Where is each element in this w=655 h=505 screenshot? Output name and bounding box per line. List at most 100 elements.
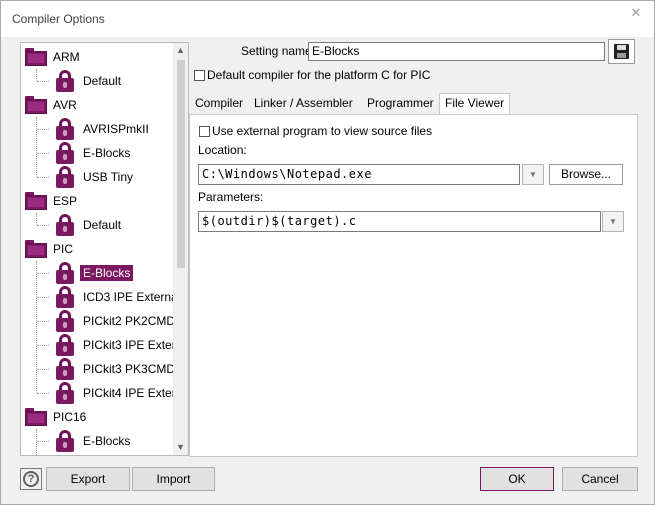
tree-group-arm[interactable]: ARM — [25, 45, 80, 69]
location-dropdown-button[interactable]: ▼ — [522, 164, 544, 185]
tab-linker-assembler[interactable]: Linker / Assembler — [249, 94, 358, 114]
tree-group-label: PIC16 — [53, 410, 87, 424]
lock-icon — [55, 166, 75, 188]
compiler-options-window: Compiler Options ✕ ARM Default AVR AVRIS… — [0, 0, 655, 505]
location-input[interactable]: C:\Windows\Notepad.exe — [198, 164, 520, 185]
tree-item-label: AVRISPmkII — [83, 122, 149, 136]
tree-scrollbar[interactable]: ▲ ▼ — [173, 43, 188, 455]
tree-connector — [37, 129, 49, 130]
folder-icon — [25, 192, 47, 210]
default-compiler-label: Default compiler for the platform C for … — [207, 68, 431, 82]
tree-item-pickit2-pk2cmd[interactable]: PICkit2 PK2CMD — [55, 309, 174, 333]
close-icon[interactable]: ✕ — [628, 5, 644, 21]
setting-name-label: Setting name: — [241, 44, 316, 58]
folder-icon — [25, 408, 47, 426]
tree-connector — [37, 273, 49, 274]
export-button[interactable]: Export — [46, 467, 130, 491]
tree-item-label: Default — [83, 218, 122, 232]
tab-file-viewer[interactable]: File Viewer — [439, 93, 511, 114]
tree-connector — [37, 345, 49, 346]
tree-item-label: USB Tiny — [83, 170, 134, 184]
tree-item-label: PICkit2 PK2CMD — [83, 314, 174, 328]
lock-icon — [55, 142, 75, 164]
tree-connector — [37, 81, 49, 82]
tree-item-pickit4-ipe[interactable]: PICkit4 IPE External — [55, 381, 174, 405]
scroll-down-icon[interactable]: ▼ — [173, 440, 188, 455]
tree-connector — [37, 153, 49, 154]
tree-item-pickit3-pk3cmd[interactable]: PICkit3 PK3CMD — [55, 357, 174, 381]
parameters-label: Parameters: — [198, 190, 264, 204]
location-label: Location: — [198, 143, 247, 157]
tree-item-label: PICkit4 IPE External — [83, 386, 174, 400]
tree-connector — [36, 117, 37, 177]
lock-icon — [55, 262, 75, 284]
folder-icon — [25, 48, 47, 66]
tab-programmer[interactable]: Programmer — [362, 94, 439, 114]
tree-content: ARM Default AVR AVRISPmkII E-Blocks USB … — [21, 43, 174, 455]
lock-icon — [55, 382, 75, 404]
tree-group-pic16[interactable]: PIC16 — [25, 405, 86, 429]
tree-group-label: AVR — [53, 98, 77, 112]
cancel-button[interactable]: Cancel — [562, 467, 638, 491]
lock-icon — [55, 430, 75, 452]
folder-icon — [25, 96, 47, 114]
browse-button[interactable]: Browse... — [549, 164, 623, 185]
default-compiler-checkbox[interactable] — [194, 70, 205, 81]
tree-connector — [37, 297, 49, 298]
tree-group-pic[interactable]: PIC — [25, 237, 73, 261]
tree-connector — [37, 321, 49, 322]
tree-item-esp-default[interactable]: Default — [55, 213, 121, 237]
setting-name-input[interactable]: E-Blocks — [308, 42, 605, 61]
lock-icon — [55, 310, 75, 332]
parameters-dropdown-button[interactable]: ▼ — [602, 211, 624, 232]
tree-group-esp[interactable]: ESP — [25, 189, 77, 213]
ok-button[interactable]: OK — [480, 467, 554, 491]
tree-group-avr[interactable]: AVR — [25, 93, 77, 117]
window-title: Compiler Options — [12, 12, 105, 26]
tree-item-label: PICkit3 PK3CMD — [83, 362, 174, 376]
save-button[interactable] — [608, 39, 635, 64]
tree-item-usb-tiny[interactable]: USB Tiny — [55, 165, 133, 189]
tree-item-pic16-eblocks[interactable]: E-Blocks — [55, 429, 130, 453]
tree-item-label: Default — [83, 74, 122, 88]
tree-connector — [37, 225, 49, 226]
scroll-up-icon[interactable]: ▲ — [173, 43, 188, 58]
tree-item-avrispmkii[interactable]: AVRISPmkII — [55, 117, 149, 141]
lock-icon — [55, 358, 75, 380]
tree-item-label: ICD3 IPE External — [83, 290, 174, 304]
title-bar: Compiler Options ✕ — [1, 1, 654, 37]
compiler-tree[interactable]: ARM Default AVR AVRISPmkII E-Blocks USB … — [20, 42, 189, 456]
tree-connector — [37, 393, 49, 394]
tree-connector — [37, 177, 49, 178]
tree-item-label: E-Blocks — [83, 434, 131, 448]
tree-item-label: E-Blocks — [83, 146, 131, 160]
lock-icon — [55, 286, 75, 308]
import-button[interactable]: Import — [132, 467, 215, 491]
tree-connector — [36, 261, 37, 393]
tree-connector — [37, 441, 49, 442]
lock-icon — [55, 70, 75, 92]
tree-item-pic-eblocks[interactable]: E-Blocks — [55, 261, 134, 285]
tree-item-arm-default[interactable]: Default — [55, 69, 121, 93]
external-program-checkbox[interactable] — [199, 126, 210, 137]
lock-icon — [55, 334, 75, 356]
tree-item-label: PICkit3 IPE External — [83, 338, 174, 352]
lock-icon — [55, 118, 75, 140]
floppy-disk-icon — [614, 44, 629, 59]
parameters-input[interactable]: $(outdir)$(target).c — [198, 211, 601, 232]
tree-group-label: ESP — [53, 194, 78, 208]
folder-icon — [25, 240, 47, 258]
tree-item-icd3-ipe[interactable]: ICD3 IPE External — [55, 285, 174, 309]
tree-connector — [36, 213, 37, 225]
tree-group-label: ARM — [53, 50, 80, 64]
tree-item-avr-eblocks[interactable]: E-Blocks — [55, 141, 130, 165]
help-button[interactable]: ? — [20, 468, 42, 490]
tree-group-label: PIC — [53, 242, 74, 256]
tree-connector — [37, 369, 49, 370]
tree-connector — [36, 429, 37, 455]
lock-icon — [55, 214, 75, 236]
tab-compiler[interactable]: Compiler — [190, 94, 248, 114]
help-icon: ? — [23, 471, 39, 487]
scrollbar-thumb[interactable] — [177, 60, 185, 268]
tree-item-pickit3-ipe[interactable]: PICkit3 IPE External — [55, 333, 174, 357]
